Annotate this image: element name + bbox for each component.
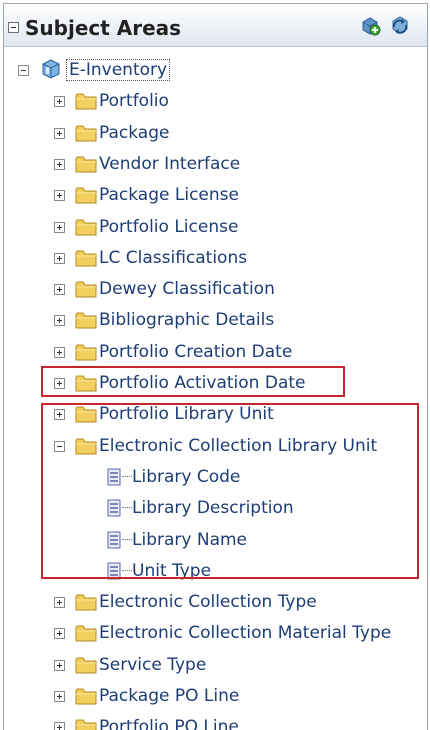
folder-icon [75,281,97,298]
cube-icon [42,59,60,79]
panel-title: Subject Areas [25,16,182,40]
folder-icon [75,688,97,705]
refresh-button[interactable] [389,15,411,37]
panel-header: Subject Areas [4,4,427,47]
expand-toggle-icon[interactable] [54,346,65,358]
expand-toggle-icon[interactable] [54,190,65,202]
tree-node-folder[interactable]: Package License [4,180,427,211]
expand-toggle-icon[interactable] [54,659,65,671]
tree-node-folder[interactable]: Bibliographic Details [4,305,427,336]
tree-node-folder[interactable]: Dewey Classification [4,274,427,305]
folder-icon [75,93,97,110]
folder-label[interactable]: Bibliographic Details [99,310,274,330]
highlight-box-electronic-collection-library-unit [41,403,419,579]
folder-label[interactable]: Dewey Classification [99,279,275,299]
tree-node-folder[interactable]: Package [4,118,427,149]
expand-toggle-icon[interactable] [54,127,65,139]
tree-node-folder[interactable]: Portfolio PO Line [4,712,427,730]
folder-icon [75,250,97,267]
folder-label[interactable]: Portfolio Creation Date [99,342,292,362]
expand-toggle-icon[interactable] [54,158,65,170]
folder-label[interactable]: Electronic Collection Material Type [99,623,391,643]
tree-node-folder[interactable]: Vendor Interface [4,149,427,180]
tree-node-folder[interactable]: Service Type [4,650,427,681]
folder-icon [75,625,97,642]
folder-label[interactable]: Portfolio License [99,217,238,237]
expand-toggle-icon[interactable] [54,315,65,327]
expand-toggle-icon[interactable] [54,284,65,296]
tree-node-folder[interactable]: Electronic Collection Type [4,587,427,618]
root-label[interactable]: E-Inventory [66,59,171,81]
folder-label[interactable]: Package License [99,185,239,205]
tree-node-folder[interactable]: Package PO Line [4,681,427,712]
folder-label[interactable]: LC Classifications [99,248,247,268]
folder-label[interactable]: Portfolio PO Line [99,717,239,730]
tree-node-folder[interactable]: Portfolio License [4,212,427,243]
folder-icon [75,312,97,329]
expand-toggle-icon[interactable] [54,722,65,730]
folder-icon [75,219,97,236]
tree-node-folder[interactable]: Electronic Collection Material Type [4,618,427,649]
folder-icon [75,344,97,361]
refresh-icon [392,16,408,34]
subject-areas-panel: Subject Areas E-Inventory Portfolio Pack… [3,3,428,730]
highlight-box-portfolio-library-unit [41,366,345,397]
folder-icon [75,187,97,204]
tree-node-folder[interactable]: Portfolio [4,86,427,117]
tree-node-folder[interactable]: Portfolio Creation Date [4,337,427,368]
folder-icon [75,657,97,674]
collapse-toggle-icon[interactable] [18,65,29,76]
folder-label[interactable]: Electronic Collection Type [99,592,317,612]
expand-toggle-icon[interactable] [54,221,65,233]
add-cube-icon [362,17,381,36]
folder-icon [75,156,97,173]
folder-icon [75,125,97,142]
tree-node-root[interactable]: E-Inventory [4,55,427,86]
folder-icon [75,594,97,611]
folder-label[interactable]: Service Type [99,655,206,675]
folder-label[interactable]: Package [99,123,169,143]
tree-node-folder[interactable]: LC Classifications [4,243,427,274]
folder-label[interactable]: Package PO Line [99,686,239,706]
expand-toggle-icon[interactable] [54,252,65,264]
folder-label[interactable]: Vendor Interface [99,154,240,174]
expand-toggle-icon[interactable] [54,691,65,702]
collapse-panel-icon[interactable] [8,22,19,33]
folder-icon [75,719,97,730]
folder-label[interactable]: Portfolio [99,91,169,111]
add-subject-area-button[interactable] [359,15,381,37]
expand-toggle-icon[interactable] [54,597,65,609]
expand-toggle-icon[interactable] [54,628,65,640]
expand-toggle-icon[interactable] [54,96,65,108]
